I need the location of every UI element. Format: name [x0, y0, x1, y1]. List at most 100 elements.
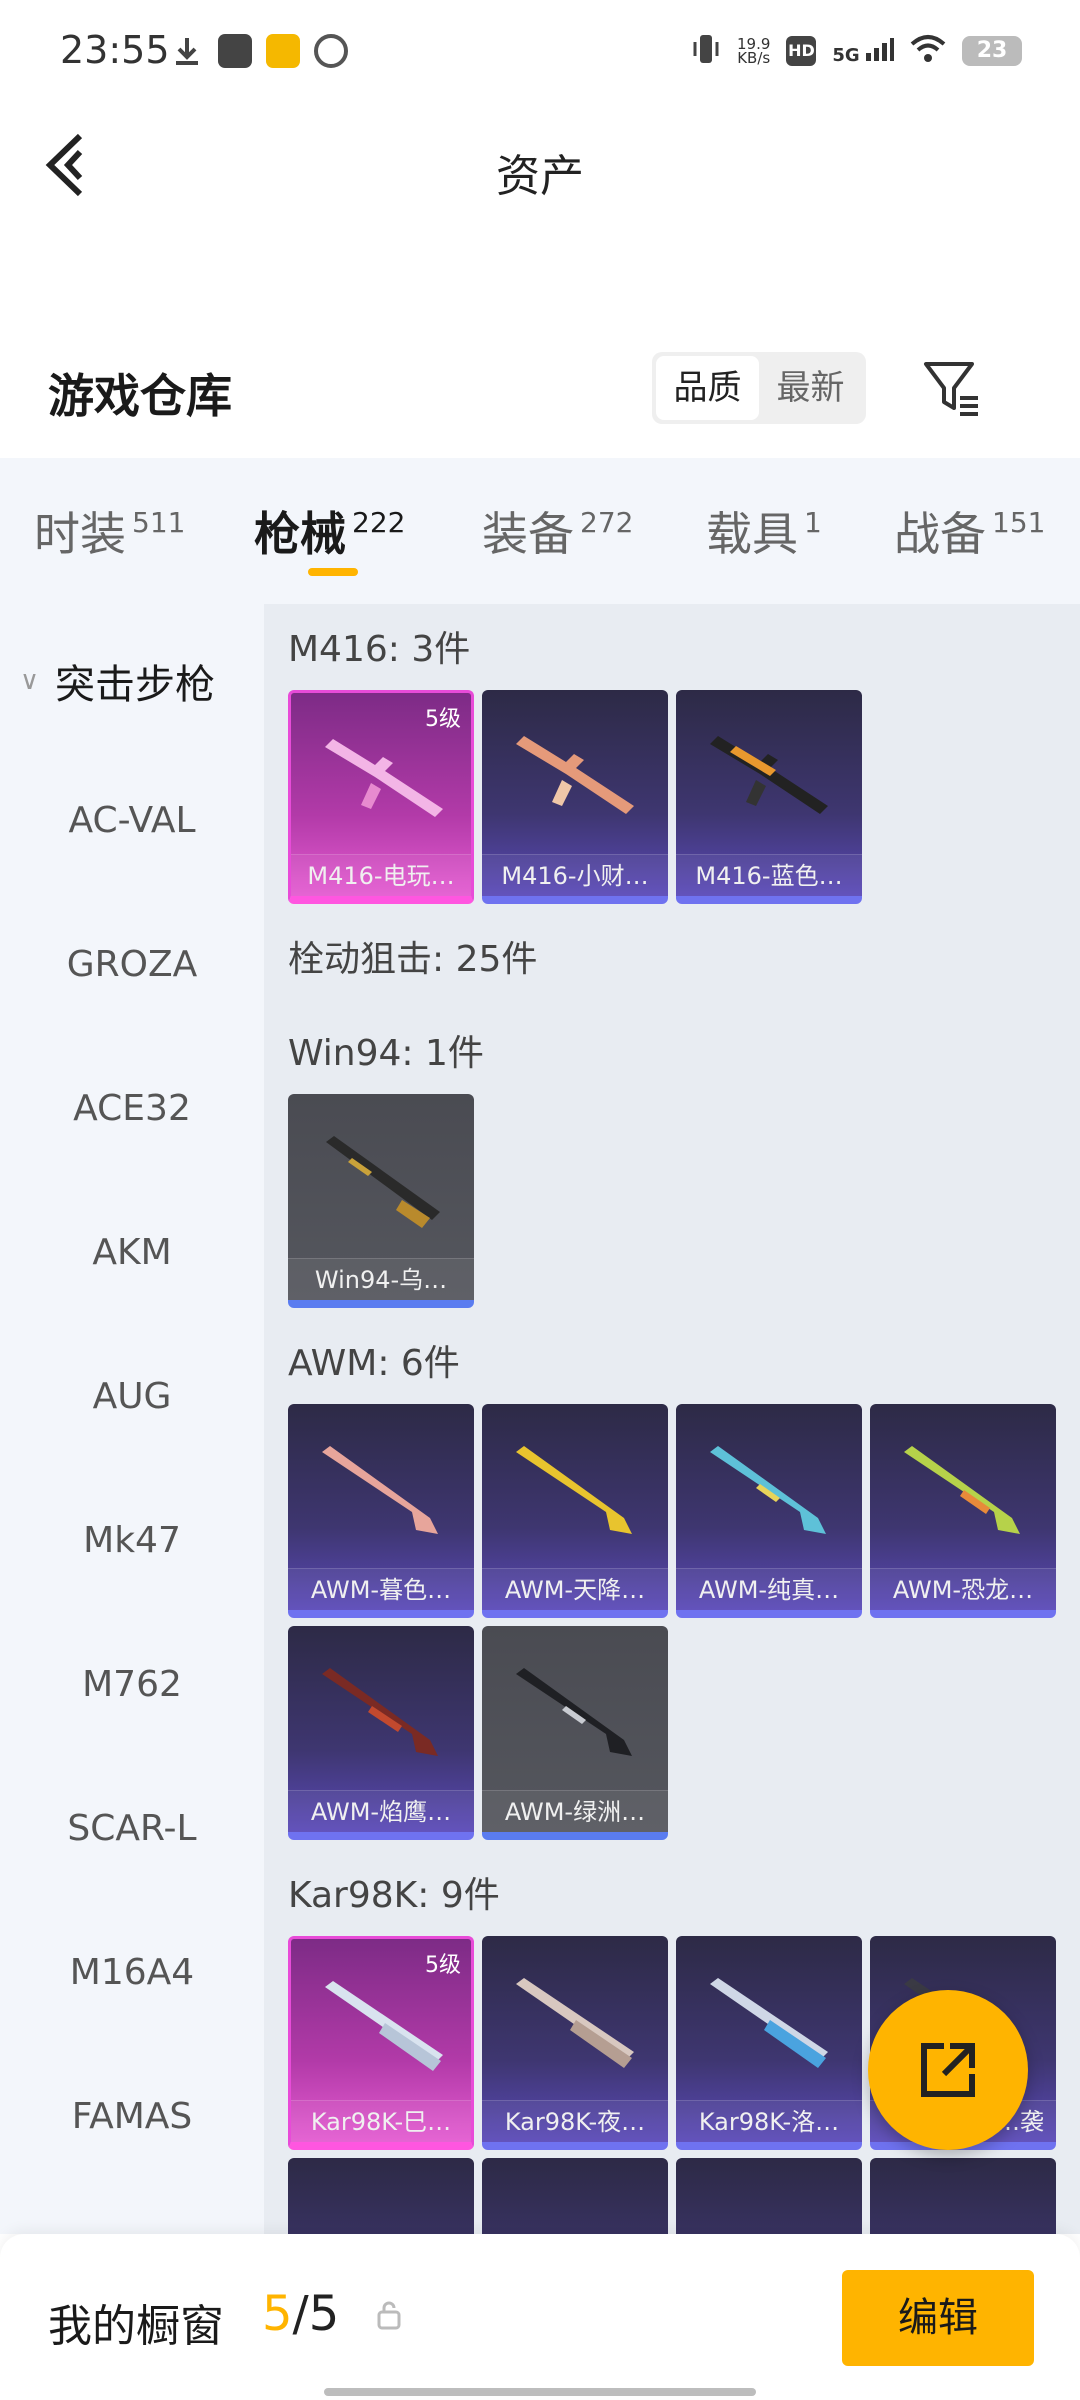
share-fab-button[interactable]	[868, 1990, 1028, 2150]
battery-icon: 23	[962, 36, 1022, 66]
sidebar-item-ac-val[interactable]: AC-VAL	[0, 800, 264, 841]
weapon-card[interactable]: Win94-乌…	[288, 1094, 474, 1308]
net-speed: 19.9 KB/s	[737, 35, 771, 67]
weapon-card[interactable]	[288, 2158, 474, 2234]
sort-quality-button[interactable]: 品质	[656, 356, 759, 420]
weapon-sidebar: ∨ 突击步枪 AC-VAL GROZA ACE32 AKM AUG Mk47 M…	[0, 604, 264, 2234]
sniper-icon	[710, 1446, 826, 1534]
weapon-name: AWM-天降…	[482, 1568, 668, 1610]
group-label-kar98k: Kar98K: 9件	[288, 1875, 500, 1916]
weapon-card[interactable]	[676, 2158, 862, 2234]
filter-icon	[924, 362, 978, 416]
showcase-title: 我的橱窗	[48, 2301, 224, 2352]
sidebar-group-assault-rifles[interactable]: ∨ 突击步枪	[20, 652, 215, 710]
sidebar-item-scar-l[interactable]: SCAR-L	[0, 1808, 264, 1849]
sidebar-item-akm[interactable]: AKM	[0, 1232, 264, 1273]
weapon-name: AWM-纯真…	[676, 1568, 862, 1610]
chevron-down-icon: ∨	[20, 666, 40, 696]
tab-active-indicator	[308, 568, 358, 576]
sort-latest-button[interactable]: 最新	[759, 356, 862, 420]
sidebar-group-label: 突击步枪	[55, 662, 216, 708]
sniper-icon	[322, 1668, 438, 1756]
rifle-icon	[326, 1136, 440, 1228]
vibrate-icon	[691, 32, 721, 70]
weapon-name: Kar98K-巳…	[291, 2100, 471, 2142]
warehouse-title: 游戏仓库	[48, 369, 232, 423]
sidebar-item-ace32[interactable]: ACE32	[0, 1088, 264, 1129]
weapon-card[interactable]: 5级 M416-电玩…	[288, 690, 474, 904]
rifle-icon	[325, 739, 443, 817]
weapon-card[interactable]: Kar98K-夜…	[482, 1936, 668, 2150]
sidebar-item-aug[interactable]: AUG	[0, 1376, 264, 1417]
rifle-icon	[516, 736, 634, 814]
sidebar-item-m16a4[interactable]: M16A4	[0, 1952, 264, 1993]
weapon-card[interactable]: AWM-焰鹰…	[288, 1626, 474, 1840]
sniper-icon	[516, 1668, 632, 1756]
weapon-card[interactable]: M416-蓝色…	[676, 690, 862, 904]
rifle-icon	[325, 1981, 443, 2071]
rifle-icon	[710, 1978, 828, 2068]
weapon-name: Kar98K-洛…	[676, 2100, 862, 2142]
wifi-icon	[910, 34, 946, 68]
weapon-name: AWM-恐龙…	[870, 1568, 1056, 1610]
weapon-card[interactable]: Kar98K-洛…	[676, 1936, 862, 2150]
sniper-icon	[904, 1446, 1020, 1534]
weapon-name: AWM-暮色…	[288, 1568, 474, 1610]
group-label-win94: Win94: 1件	[288, 1033, 484, 1074]
status-right: 19.9 KB/s HD 5G 23	[691, 32, 1022, 70]
hd-icon: HD	[786, 36, 817, 66]
showcase-bar: 我的橱窗 5/5 编辑	[0, 2234, 1080, 2400]
sidebar-item-groza[interactable]: GROZA	[0, 944, 264, 985]
weapon-card[interactable]	[870, 2158, 1056, 2234]
weapon-list: M416: 3件 5级 M416-电玩… M416-小财… M416-蓝色… 栓…	[264, 604, 1080, 2234]
tab-fashion[interactable]: 时装 511	[34, 498, 185, 564]
sniper-icon	[322, 1446, 438, 1534]
sidebar-item-mk47[interactable]: Mk47	[0, 1520, 264, 1561]
weapon-name: M416-蓝色…	[676, 854, 862, 896]
weapon-card[interactable]: 5级 Kar98K-巳…	[288, 1936, 474, 2150]
rifle-icon	[516, 1978, 634, 2068]
category-tabs: 时装 511 枪械 222 装备 272 载具 1 战备 151	[0, 458, 1080, 604]
lock-icon	[377, 2301, 401, 2330]
notification-icons	[170, 34, 348, 68]
weapon-card[interactable]: AWM-天降…	[482, 1404, 668, 1618]
message-app-icon	[218, 34, 252, 68]
group-label-awm: AWM: 6件	[288, 1343, 460, 1384]
sidebar-item-famas[interactable]: FAMAS	[0, 2096, 264, 2137]
status-bar: 23:55 19.9 KB/s HD 5G 23	[0, 0, 1080, 110]
sniper-icon	[516, 1446, 632, 1534]
weapon-card[interactable]	[482, 2158, 668, 2234]
tab-guns[interactable]: 枪械 222	[254, 498, 405, 564]
weapon-card[interactable]: AWM-纯真…	[676, 1404, 862, 1618]
weapon-card[interactable]: AWM-绿洲…	[482, 1626, 668, 1840]
home-indicator[interactable]	[324, 2388, 756, 2396]
edit-button[interactable]: 编辑	[842, 2270, 1034, 2366]
weapon-name: Kar98K-夜…	[482, 2100, 668, 2142]
page-title: 资产	[496, 151, 584, 202]
sidebar-item-m762[interactable]: M762	[0, 1664, 264, 1705]
group-label-m416: M416: 3件	[288, 629, 471, 670]
download-icon	[170, 34, 204, 68]
sort-toggle: 品质 最新	[652, 352, 866, 424]
tab-supplies[interactable]: 战备 151	[894, 498, 1045, 564]
rifle-icon	[710, 736, 828, 814]
weapon-name: M416-电玩…	[291, 854, 471, 896]
link-app-icon	[314, 34, 348, 68]
weapon-name: Win94-乌…	[288, 1258, 474, 1300]
weapon-card[interactable]: M416-小财…	[482, 690, 668, 904]
signal-icon: 5G	[832, 37, 894, 66]
filter-button[interactable]	[920, 356, 984, 420]
showcase-count: 5/5	[262, 2286, 340, 2342]
group-label-bolt-action: 栓动狙击: 25件	[288, 939, 538, 980]
game-app-icon	[266, 34, 300, 68]
status-time: 23:55	[60, 28, 170, 72]
tab-equipment[interactable]: 装备 272	[482, 498, 633, 564]
warehouse-header: 游戏仓库 品质 最新	[0, 340, 1080, 440]
weapon-name: AWM-焰鹰…	[288, 1790, 474, 1832]
weapon-name: AWM-绿洲…	[482, 1790, 668, 1832]
tab-vehicles[interactable]: 载具 1	[706, 498, 822, 564]
weapon-card[interactable]: AWM-暮色…	[288, 1404, 474, 1618]
weapon-card[interactable]: AWM-恐龙…	[870, 1404, 1056, 1618]
weapon-name: M416-小财…	[482, 854, 668, 896]
share-icon	[921, 2043, 975, 2097]
